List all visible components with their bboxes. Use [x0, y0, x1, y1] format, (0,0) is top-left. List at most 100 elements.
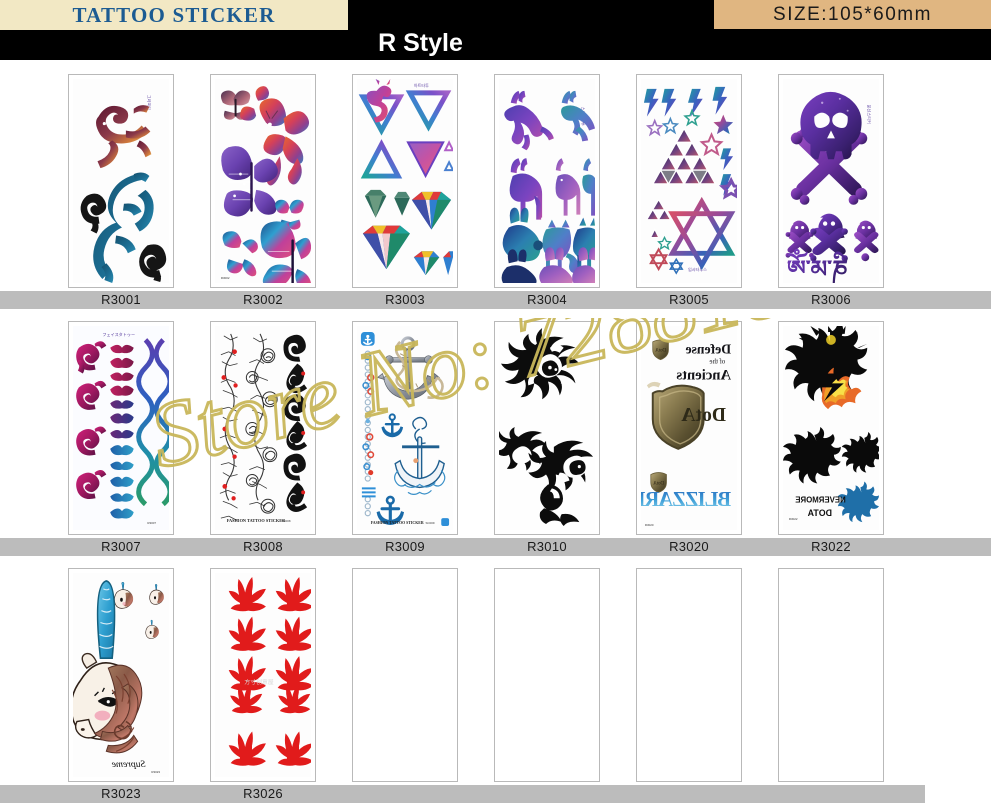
- product-code: R3009: [385, 539, 425, 554]
- product-code: R3023: [101, 786, 141, 801]
- svg-text:문신스티커: 문신스티커: [866, 105, 872, 124]
- sticker-sheet: DotA DotA Defense of the Ancients DotA B…: [641, 326, 737, 530]
- product-code: [494, 785, 600, 803]
- svg-text:of the: of the: [709, 359, 725, 366]
- art-nevermore: NEVERMORE DOTA R3022: [783, 326, 879, 530]
- sticker-sheet: フェイスタトゥー R3007: [73, 326, 169, 530]
- sticker-sheet: Supreme R3023: [73, 573, 169, 777]
- sheet-caption: FASHION TATTOO STICKER: [227, 518, 286, 523]
- product-cell-empty[interactable]: [352, 568, 458, 782]
- product-cell[interactable]: 方寸创意屋: [210, 568, 316, 782]
- supreme-caption: Supreme: [111, 759, 145, 770]
- svg-text:Defense: Defense: [685, 342, 731, 357]
- art-butterflies: 타투스티커: [215, 79, 311, 283]
- svg-text:SC009: SC009: [426, 521, 435, 525]
- product-cell[interactable]: [494, 321, 600, 535]
- catalog-row: Supreme R3023 方寸创意屋 R3023 R3026: [0, 568, 991, 803]
- art-galaxy-animals: 스티커타투: [499, 79, 595, 283]
- sticker-sheet: FASHION TATTOO STICKER SC009: [357, 326, 453, 530]
- sticker-sheet: 方寸创意屋: [215, 573, 311, 777]
- nevermore-caption: NEVERMORE: [795, 495, 845, 504]
- svg-text:임시타투스: 임시타투스: [688, 266, 707, 272]
- dota-caption: DOTA: [807, 508, 832, 518]
- product-code: R3008: [243, 539, 283, 554]
- sticker-sheet: 아트타투: [357, 79, 453, 283]
- svg-text:R3023: R3023: [151, 770, 160, 774]
- product-cell[interactable]: フェイスタトゥー R3007: [68, 321, 174, 535]
- svg-text:DotA: DotA: [653, 481, 664, 486]
- product-code: R3007: [101, 539, 141, 554]
- svg-text:아트타투: 아트타투: [414, 82, 429, 88]
- product-code: R3010: [527, 539, 567, 554]
- product-cell[interactable]: FASHION TATTOO STICKER SC009: [352, 321, 458, 535]
- art-stars-triangles: 임시타투스: [641, 79, 737, 283]
- product-code: R3001: [101, 292, 141, 307]
- svg-text:DotA: DotA: [655, 349, 666, 354]
- svg-text:R3020: R3020: [645, 523, 654, 527]
- product-cell[interactable]: FASHION TATTOO STICKER SC008: [210, 321, 316, 535]
- product-code: [352, 785, 458, 803]
- art-dota: DotA DotA Defense of the Ancients DotA B…: [641, 326, 737, 530]
- product-code: R3005: [669, 292, 709, 307]
- svg-text:R3002: R3002: [221, 276, 230, 280]
- product-code: R3006: [811, 292, 851, 307]
- svg-text:R3022: R3022: [789, 517, 798, 521]
- sheet-caption: FASHION TATTOO STICKER: [371, 520, 424, 525]
- catalog-row: 그라피티 R3002 아트타투 임시타투스 문신스티커 ཨོཾ་མ་ཎི R30…: [0, 74, 991, 309]
- product-code: [778, 785, 884, 803]
- sticker-sheet: NEVERMORE DOTA R3022: [783, 326, 879, 530]
- art-black-flames: [499, 326, 595, 530]
- product-cell[interactable]: 아트타투: [352, 74, 458, 288]
- sticker-sheet: 그라피티: [73, 79, 169, 283]
- page-header: TATTOO STICKER SIZE:105*60mm R Style: [0, 0, 991, 60]
- page-title: R Style: [378, 29, 463, 57]
- svg-text:BLIZZARD: BLIZZARD: [641, 489, 731, 511]
- art-tribal-mustache: フェイスタトゥー R3007: [73, 326, 169, 530]
- product-code: [636, 785, 742, 803]
- art-floral-vines: FASHION TATTOO STICKER SC008: [215, 326, 311, 530]
- product-cell-empty[interactable]: [636, 568, 742, 782]
- svg-text:R3007: R3007: [147, 521, 156, 525]
- product-cell[interactable]: 문신스티커 ཨོཾ་མ་ཎི: [778, 74, 884, 288]
- product-code: R3004: [527, 292, 567, 307]
- sticker-sheet: [499, 326, 595, 530]
- svg-text:フェイスタトゥー: フェイスタトゥー: [102, 331, 135, 337]
- product-code: R3003: [385, 292, 425, 307]
- product-code: R3002: [243, 292, 283, 307]
- product-code: R3020: [669, 539, 709, 554]
- size-label: SIZE:105*60mm: [773, 3, 932, 25]
- art-anchors: FASHION TATTOO STICKER SC009: [357, 326, 453, 530]
- product-cell[interactable]: Supreme R3023: [68, 568, 174, 782]
- art-skull: 문신스티커 ཨོཾ་མ་ཎི: [783, 79, 879, 283]
- label-bar: R3007 R3008 R3009 R3010 R3020 R3022: [0, 538, 991, 556]
- art-geometric: 아트타투: [357, 79, 453, 283]
- sticker-sheet: FASHION TATTOO STICKER SC008: [215, 326, 311, 530]
- product-cell[interactable]: 타투스티커: [210, 74, 316, 288]
- sticker-sheet: 스티커타투: [499, 79, 595, 283]
- svg-text:SC008: SC008: [282, 519, 291, 523]
- product-cell-empty[interactable]: [778, 568, 884, 782]
- art-red-lotus: 方寸创意屋: [215, 573, 311, 777]
- product-cell[interactable]: 스티커타투: [494, 74, 600, 288]
- art-dragons: 그라피티: [73, 79, 169, 283]
- product-cell[interactable]: 임시타투스: [636, 74, 742, 288]
- catalog-row: フェイスタトゥー R3007 FASHION TATTOO STICKER SC…: [0, 321, 991, 556]
- svg-text:DotA: DotA: [681, 404, 726, 426]
- product-code: R3022: [811, 539, 851, 554]
- sticker-sheet: 문신스티커 ཨོཾ་མ་ཎི: [783, 79, 879, 283]
- product-cell[interactable]: 그라피티: [68, 74, 174, 288]
- product-cell[interactable]: NEVERMORE DOTA R3022: [778, 321, 884, 535]
- sticker-sheet: 임시타투스: [641, 79, 737, 283]
- product-catalog: 그라피티 R3002 아트타투 임시타투스 문신스티커 ཨོཾ་མ་ཎི R30…: [0, 60, 991, 803]
- label-bar: R3001 R3002 R3003 R3004 R3005 R3006: [0, 291, 991, 309]
- label-bar: R3023 R3026: [0, 785, 991, 803]
- svg-text:方寸创意屋: 方寸创意屋: [244, 678, 273, 686]
- product-code: R3026: [243, 786, 283, 801]
- product-cell-empty[interactable]: [494, 568, 600, 782]
- size-badge: SIZE:105*60mm: [714, 0, 991, 29]
- svg-text:Ancients: Ancients: [676, 367, 731, 383]
- product-cell[interactable]: DotA DotA Defense of the Ancients DotA B…: [636, 321, 742, 535]
- sticker-sheet: 타투스티커: [215, 79, 311, 283]
- brand-title: TATTOO STICKER: [72, 2, 276, 27]
- art-unicorn: Supreme R3023: [73, 573, 169, 777]
